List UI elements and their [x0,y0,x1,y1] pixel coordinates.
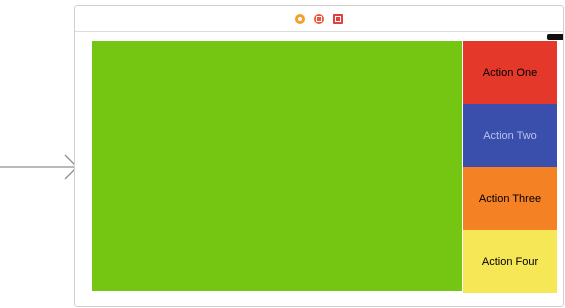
entry-point-arrow-icon [0,154,78,180]
action-three-button[interactable]: Action Three [463,167,557,230]
scene-frame: Action One Action Two Action Three Actio… [74,5,564,307]
first-responder-icon[interactable] [314,13,324,24]
resize-handle[interactable] [547,34,563,40]
action-one-button[interactable]: Action One [463,41,557,104]
view-controller-icon[interactable] [295,13,305,24]
main-view[interactable] [92,41,462,291]
exit-icon[interactable] [333,13,343,24]
scene-dock [75,6,563,32]
action-two-button[interactable]: Action Two [463,104,557,167]
action-four-button[interactable]: Action Four [463,230,557,293]
